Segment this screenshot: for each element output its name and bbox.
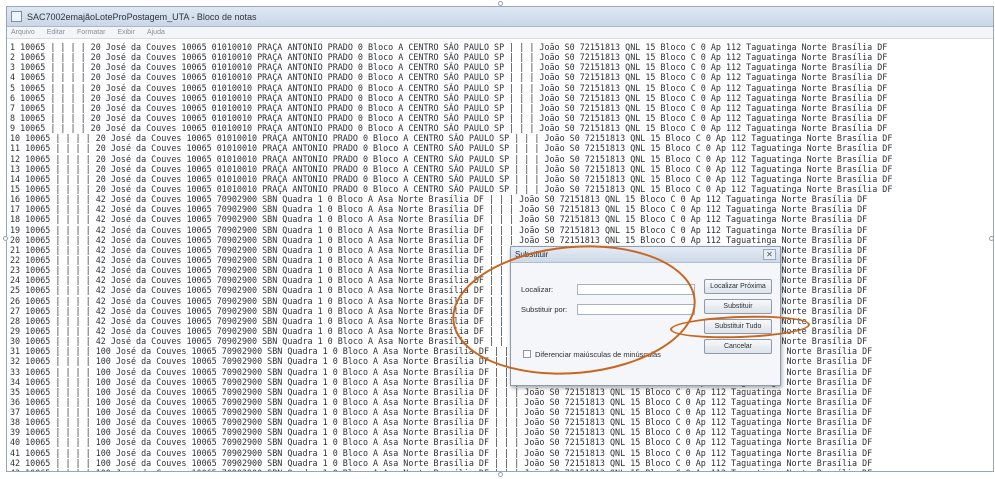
menu-bar: Arquivo Editar Formatar Exibir Ajuda (7, 27, 993, 39)
text-line: 28 10065 | | | | 42 José da Couves 10065… (10, 315, 868, 326)
text-line: 23 10065 | | | | 42 José da Couves 10065… (10, 265, 868, 276)
resize-handle-right[interactable] (989, 236, 994, 241)
text-line: 41 10065 | | | | 100 José da Couves 1006… (10, 447, 873, 458)
find-input[interactable] (577, 284, 695, 295)
find-label: Localizar: (521, 285, 554, 294)
menu-editar[interactable]: Editar (47, 29, 65, 36)
text-line: 31 10065 | | | | 100 José da Couves 1006… (10, 346, 873, 357)
match-case-checkbox[interactable] (523, 350, 531, 358)
text-line: 35 10065 | | | | 100 José da Couves 1006… (10, 386, 873, 397)
text-line: 2 10065 | | | | 20 José da Couves 10065 … (10, 52, 888, 63)
text-line: 9 10065 | | | | 20 José da Couves 10065 … (10, 123, 888, 134)
text-line: 37 10065 | | | | 100 José da Couves 1006… (10, 407, 873, 418)
menu-formatar[interactable]: Formatar (77, 29, 105, 36)
text-line: 13 10065 | | | | 20 José da Couves 10065… (10, 163, 893, 174)
text-line: 32 10065 | | | | 100 José da Couves 1006… (10, 356, 873, 367)
menu-exibir[interactable]: Exibir (117, 29, 135, 36)
text-line: 39 10065 | | | | 100 José da Couves 1006… (10, 427, 873, 438)
text-line: 25 10065 | | | | 42 José da Couves 10065… (10, 285, 868, 296)
text-line: 15 10065 | | | | 20 José da Couves 10065… (10, 183, 893, 194)
text-line: 12 10065 | | | | 20 José da Couves 10065… (10, 153, 893, 164)
dialog-body: Localizar: Substituir por: Diferenciar m… (511, 263, 780, 385)
replace-button[interactable]: Substituir (704, 299, 772, 314)
resize-handle-top[interactable] (498, 1, 503, 6)
replace-all-button[interactable]: Substituir Tudo (704, 319, 772, 334)
text-line: 16 10065 | | | | 42 José da Couves 10065… (10, 194, 868, 205)
text-line: 19 10065 | | | | 42 José da Couves 10065… (10, 224, 868, 235)
title-bar: SAC7002emajãoLoteProPostagem_UTA - Bloco… (7, 7, 993, 27)
text-line: 36 10065 | | | | 100 José da Couves 1006… (10, 396, 873, 407)
menu-ajuda[interactable]: Ajuda (147, 29, 165, 36)
find-next-button[interactable]: Localizar Próxima (704, 279, 772, 294)
resize-handle-bottom[interactable] (498, 472, 503, 477)
text-line: 29 10065 | | | | 42 José da Couves 10065… (10, 325, 868, 336)
text-lines: 1 10065 | | | | 20 José da Couves 10065 … (10, 42, 990, 471)
text-line: 34 10065 | | | | 100 José da Couves 1006… (10, 376, 873, 387)
menu-arquivo[interactable]: Arquivo (11, 29, 35, 36)
dialog-title-bar[interactable]: Substituir ✕ (511, 247, 780, 263)
match-case-label: Diferenciar maiúsculas de minúsculas (535, 350, 661, 359)
replace-input[interactable] (577, 304, 695, 315)
notepad-window: SAC7002emajãoLoteProPostagem_UTA - Bloco… (6, 6, 994, 472)
text-line: 43 10065 | | | | 100 José da Couves 1006… (10, 468, 990, 471)
text-line: 33 10065 | | | | 100 José da Couves 1006… (10, 366, 873, 377)
resize-handle-left[interactable] (3, 236, 8, 241)
text-line: 6 10065 | | | | 20 José da Couves 10065 … (10, 92, 888, 103)
text-line: 42 10065 | | | | 100 José da Couves 1006… (10, 457, 873, 468)
text-line: 18 10065 | | | | 42 José da Couves 10065… (10, 214, 868, 225)
text-line: 20 10065 | | | | 42 José da Couves 10065… (10, 234, 868, 245)
window-title: SAC7002emajãoLoteProPostagem_UTA - Bloco… (27, 11, 257, 22)
text-line: 17 10065 | | | | 42 José da Couves 10065… (10, 204, 868, 215)
close-icon[interactable]: ✕ (763, 249, 776, 260)
text-line: 30 10065 | | | | 42 José da Couves 10065… (10, 336, 868, 347)
text-line: 27 10065 | | | | 42 José da Couves 10065… (10, 305, 868, 316)
text-line: 3 10065 | | | | 20 José da Couves 10065 … (10, 62, 888, 73)
text-line: 11 10065 | | | | 20 José da Couves 10065… (10, 143, 893, 154)
dialog-title: Substituir (515, 250, 549, 259)
text-line: 10 10065 | | | | 20 José da Couves 10065… (10, 133, 893, 144)
text-line: 24 10065 | | | | 42 José da Couves 10065… (10, 275, 868, 286)
text-line: 21 10065 | | | | 42 José da Couves 10065… (10, 244, 868, 255)
text-line: 4 10065 | | | | 20 José da Couves 10065 … (10, 72, 888, 83)
text-line: 7 10065 | | | | 20 José da Couves 10065 … (10, 102, 888, 113)
notepad-icon (11, 11, 22, 22)
text-line: 22 10065 | | | | 42 José da Couves 10065… (10, 254, 868, 265)
text-line: 38 10065 | | | | 100 José da Couves 1006… (10, 417, 873, 428)
text-line: 26 10065 | | | | 42 José da Couves 10065… (10, 295, 868, 306)
text-line: 8 10065 | | | | 20 José da Couves 10065 … (10, 112, 888, 123)
text-editor-area[interactable]: 1 10065 | | | | 20 José da Couves 10065 … (7, 40, 993, 471)
text-line: 14 10065 | | | | 20 José da Couves 10065… (10, 173, 893, 184)
replace-label: Substituir por: (521, 305, 568, 314)
text-line: 1 10065 | | | | 20 José da Couves 10065 … (10, 42, 888, 52)
replace-dialog: Substituir ✕ Localizar: Substituir por: … (510, 246, 781, 386)
cancel-button[interactable]: Cancelar (704, 339, 772, 354)
text-line: 40 10065 | | | | 100 José da Couves 1006… (10, 437, 873, 448)
text-line: 5 10065 | | | | 20 José da Couves 10065 … (10, 82, 888, 93)
